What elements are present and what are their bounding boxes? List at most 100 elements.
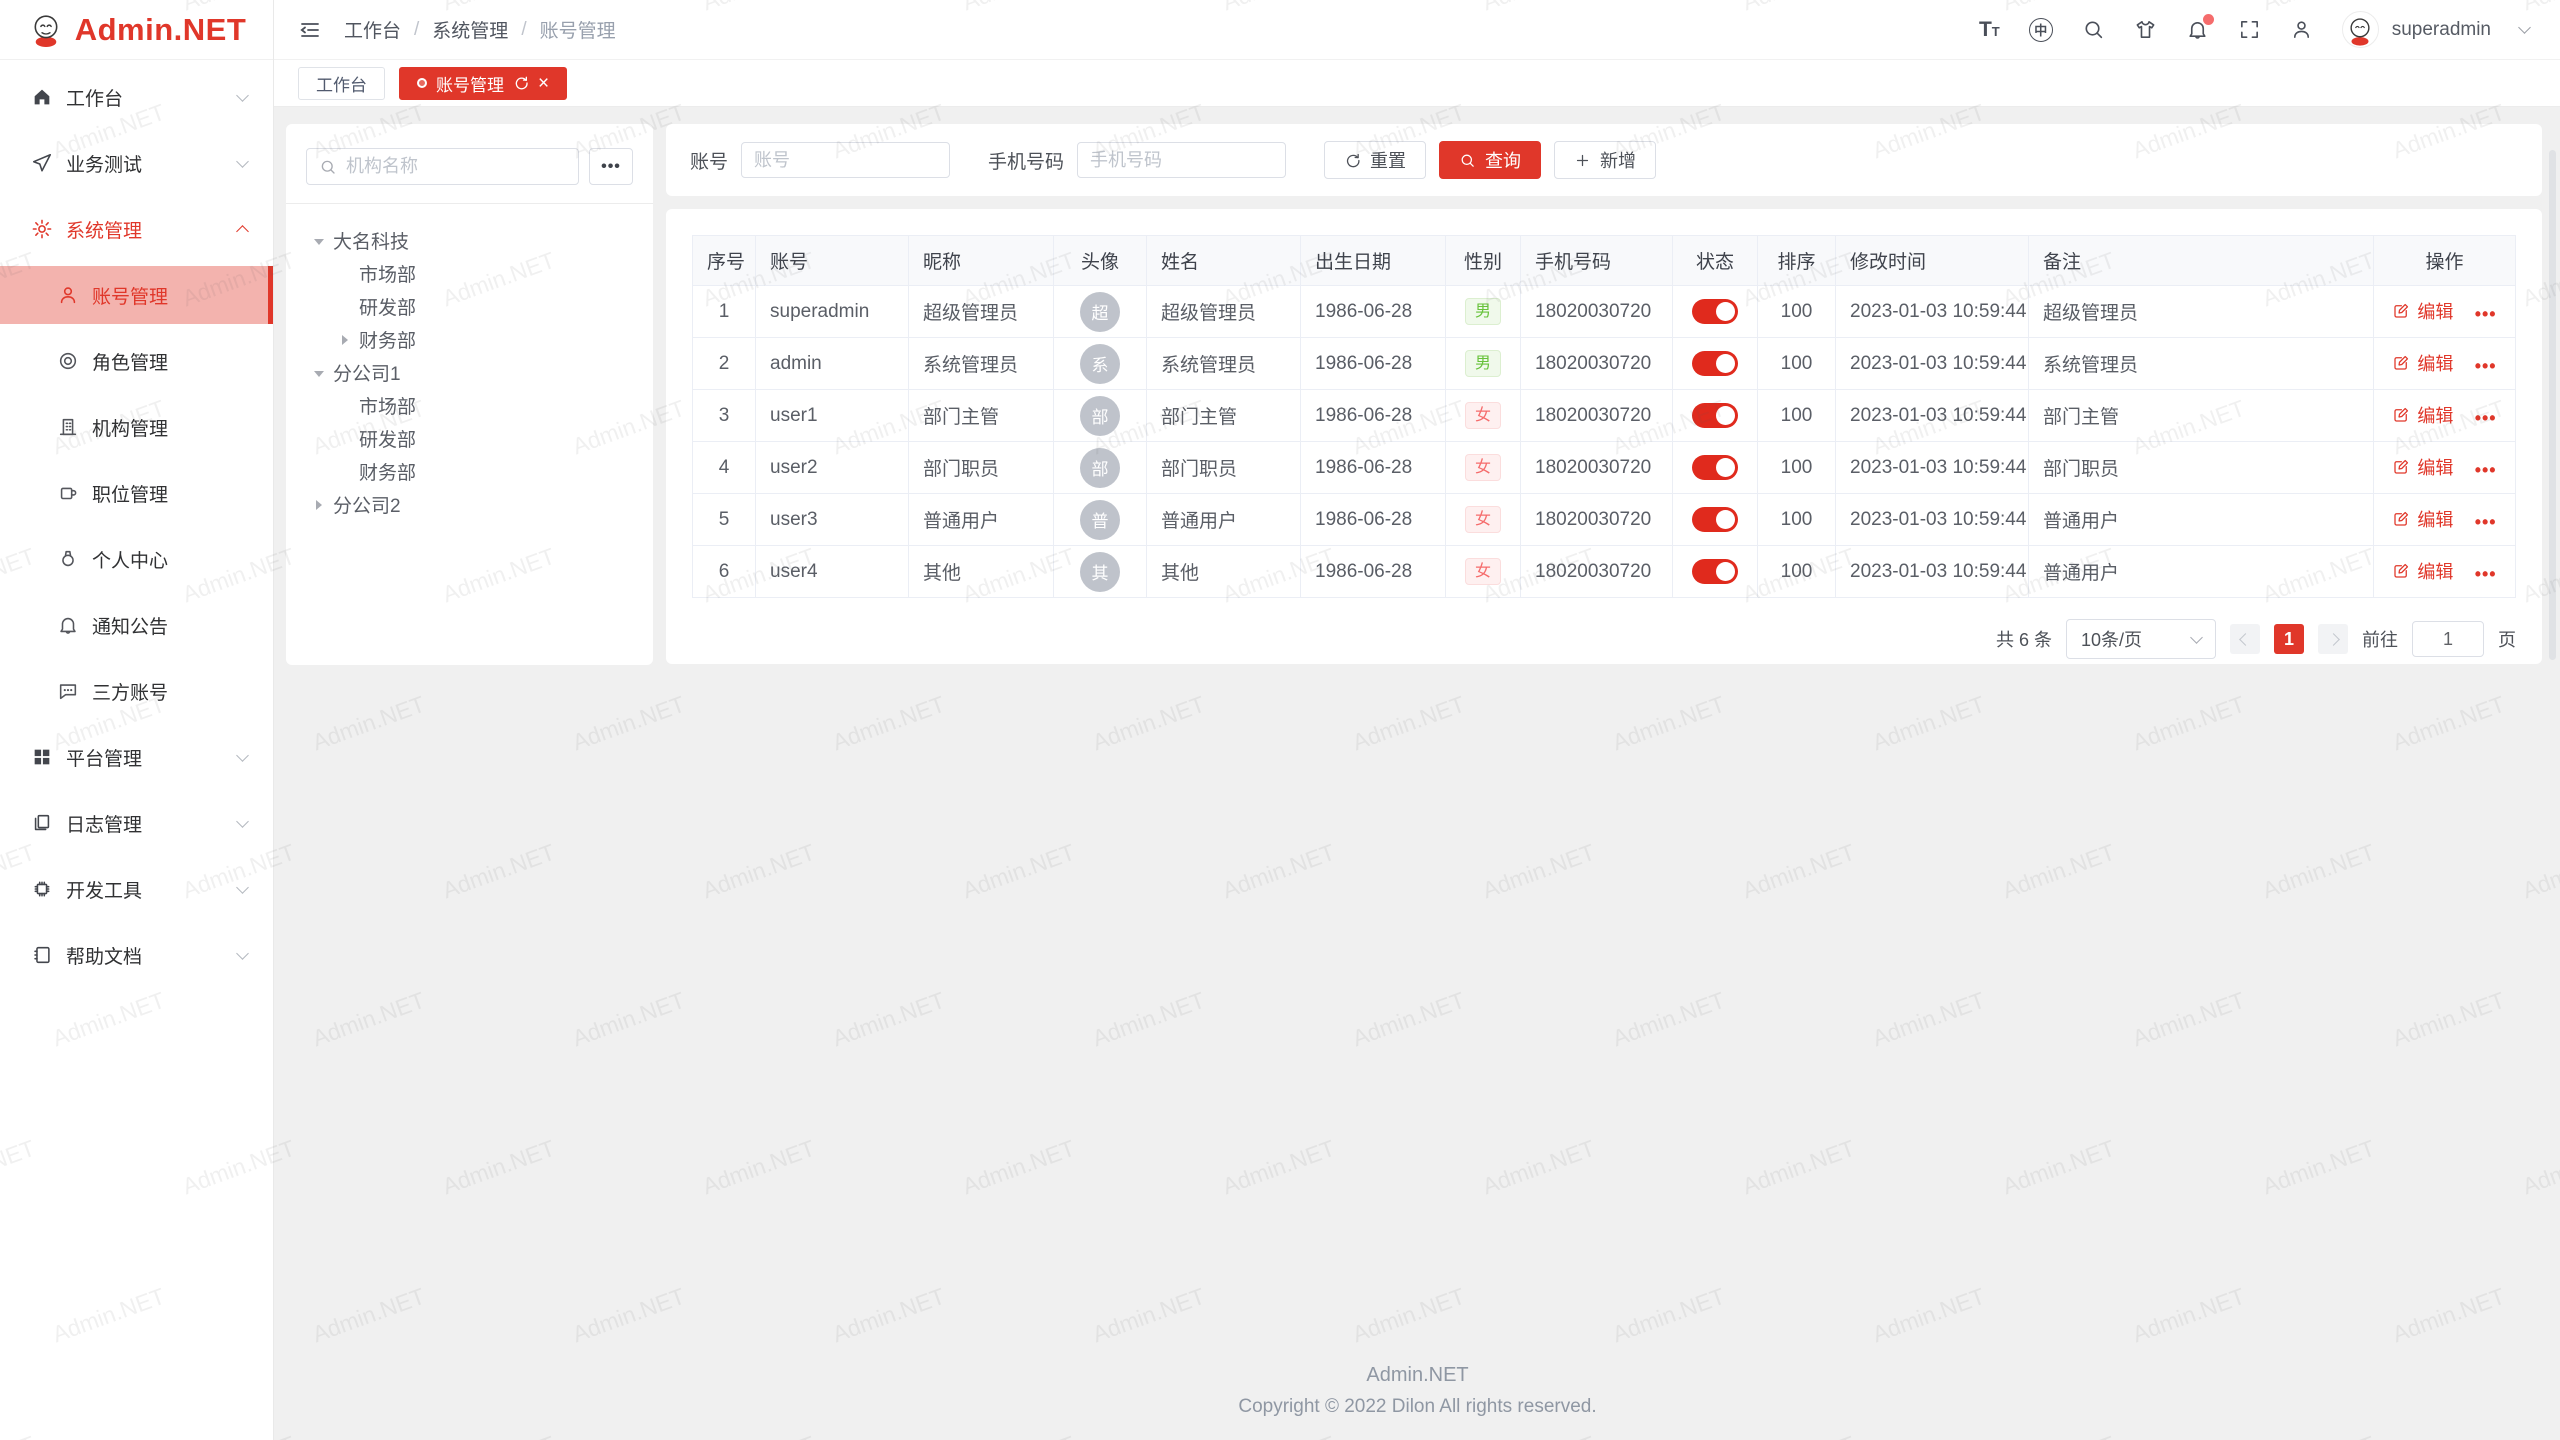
- tree-node-3[interactable]: 财务部: [306, 323, 633, 356]
- status-toggle[interactable]: [1692, 559, 1738, 584]
- sidebar-item-label: 通知公告: [92, 612, 168, 639]
- divider: [286, 203, 653, 204]
- menu-collapse-icon[interactable]: [298, 18, 322, 42]
- phone-filter-field[interactable]: [1077, 142, 1286, 178]
- row-more-button[interactable]: •••: [2475, 304, 2497, 324]
- query-button[interactable]: 查询: [1439, 141, 1541, 179]
- sidebar-item-account-mgmt[interactable]: 账号管理: [0, 266, 273, 324]
- main-area: 工作台 / 系统管理 / 账号管理 TT中 superadmin 工作台: [274, 0, 2560, 1440]
- language-icon[interactable]: 中: [2029, 18, 2053, 42]
- font-size-icon[interactable]: TT: [1979, 19, 2000, 40]
- tree-caret-icon[interactable]: [312, 237, 326, 245]
- user-avatar[interactable]: [2342, 11, 2379, 48]
- row-more-button[interactable]: •••: [2475, 512, 2497, 532]
- org-more-button[interactable]: •••: [589, 148, 633, 185]
- tab-workbench[interactable]: 工作台: [298, 67, 385, 100]
- send-icon: [30, 151, 54, 175]
- sidebar-item-log-mgmt[interactable]: 日志管理: [0, 794, 273, 852]
- cell-actions: 编辑 •••: [2374, 546, 2516, 598]
- search-icon[interactable]: [2082, 18, 2105, 41]
- tree-node-4[interactable]: 分公司1: [306, 356, 633, 389]
- phone-filter-input[interactable]: [1090, 150, 1273, 171]
- tab-close-icon[interactable]: ×: [538, 74, 549, 93]
- tree-node-2[interactable]: 研发部: [306, 290, 633, 323]
- edit-button[interactable]: 编辑: [2392, 506, 2453, 532]
- sidebar-item-help-docs[interactable]: 帮助文档: [0, 926, 273, 984]
- status-toggle[interactable]: [1692, 299, 1738, 324]
- sidebar-item-org-mgmt[interactable]: 机构管理: [0, 398, 273, 456]
- theme-icon[interactable]: [2134, 18, 2157, 41]
- tree-caret-icon[interactable]: [312, 369, 326, 377]
- notification-icon[interactable]: [2186, 18, 2209, 41]
- username[interactable]: superadmin: [2392, 19, 2491, 41]
- edit-button[interactable]: 编辑: [2392, 350, 2453, 376]
- edit-button[interactable]: 编辑: [2392, 454, 2453, 480]
- cell-actions: 编辑 •••: [2374, 338, 2516, 390]
- reset-button[interactable]: 重置: [1324, 141, 1426, 179]
- tree-node-7[interactable]: 财务部: [306, 455, 633, 488]
- cell-nickname: 超级管理员: [909, 286, 1054, 338]
- current-page-button[interactable]: 1: [2274, 624, 2304, 654]
- table-row: 5 user3 普通用户 普 普通用户 1986-06-28 女 1802003…: [693, 494, 2516, 546]
- org-search-input[interactable]: [346, 156, 566, 177]
- row-more-button[interactable]: •••: [2475, 564, 2497, 584]
- tree-node-1[interactable]: 市场部: [306, 257, 633, 290]
- tab-account-mgmt[interactable]: 账号管理 ×: [399, 67, 567, 100]
- tab-label: 工作台: [316, 71, 367, 96]
- edit-button[interactable]: 编辑: [2392, 402, 2453, 428]
- cell-name: 超级管理员: [1147, 286, 1301, 338]
- breadcrumb-item[interactable]: 工作台: [344, 16, 401, 43]
- sidebar-item-label: 业务测试: [66, 150, 142, 177]
- tree-node-8[interactable]: 分公司2: [306, 488, 633, 521]
- prev-page-button[interactable]: [2230, 624, 2260, 654]
- sidebar-item-workbench[interactable]: 工作台: [0, 68, 273, 126]
- row-more-button[interactable]: •••: [2475, 408, 2497, 428]
- add-button[interactable]: 新增: [1554, 141, 1656, 179]
- status-toggle[interactable]: [1692, 351, 1738, 376]
- status-toggle[interactable]: [1692, 455, 1738, 480]
- org-search-field[interactable]: [306, 148, 579, 185]
- sidebar-item-business-test[interactable]: 业务测试: [0, 134, 273, 192]
- tree-node-6[interactable]: 研发部: [306, 422, 633, 455]
- status-toggle[interactable]: [1692, 507, 1738, 532]
- query-label: 查询: [1485, 147, 1521, 173]
- tab-refresh-icon[interactable]: [513, 75, 529, 91]
- cell-sort: 100: [1758, 494, 1836, 546]
- goto-page-input[interactable]: [2412, 621, 2484, 657]
- sidebar-item-system-mgmt[interactable]: 系统管理: [0, 200, 273, 258]
- chip-icon: [30, 877, 54, 901]
- profile-icon[interactable]: [2290, 18, 2313, 41]
- tree-node-5[interactable]: 市场部: [306, 389, 633, 422]
- account-filter-field[interactable]: [741, 142, 950, 178]
- cell-account: user4: [756, 546, 909, 598]
- row-more-button[interactable]: •••: [2475, 460, 2497, 480]
- next-page-button[interactable]: [2318, 624, 2348, 654]
- row-more-button[interactable]: •••: [2475, 356, 2497, 376]
- page-size-select[interactable]: 10条/页: [2066, 619, 2216, 659]
- account-filter-input[interactable]: [754, 150, 937, 171]
- cell-nickname: 部门主管: [909, 390, 1054, 442]
- sidebar-item-dev-tools[interactable]: 开发工具: [0, 860, 273, 918]
- gender-tag: 男: [1465, 298, 1501, 325]
- cell-modified: 2023-01-03 10:59:44: [1836, 546, 2029, 598]
- status-toggle[interactable]: [1692, 403, 1738, 428]
- sidebar-item-platform-mgmt[interactable]: 平台管理: [0, 728, 273, 786]
- logo: Admin.NET: [0, 0, 273, 60]
- user-menu-chevron-icon[interactable]: [2518, 21, 2531, 34]
- edit-button[interactable]: 编辑: [2392, 558, 2453, 584]
- edit-button[interactable]: 编辑: [2392, 298, 2453, 324]
- sidebar-item-notice[interactable]: 通知公告: [0, 596, 273, 654]
- sidebar-item-role-mgmt[interactable]: 角色管理: [0, 332, 273, 390]
- tree-node-0[interactable]: 大名科技: [306, 224, 633, 257]
- sidebar-item-position-mgmt[interactable]: 职位管理: [0, 464, 273, 522]
- cell-modified: 2023-01-03 10:59:44: [1836, 494, 2029, 546]
- fullscreen-icon[interactable]: [2238, 18, 2261, 41]
- scrollbar-thumb[interactable]: [2549, 150, 2556, 660]
- tree-caret-icon[interactable]: [312, 500, 326, 510]
- sidebar-item-third-account[interactable]: 三方账号: [0, 662, 273, 720]
- role-icon: [56, 349, 80, 373]
- tree-caret-icon[interactable]: [338, 335, 352, 345]
- breadcrumb-item[interactable]: 系统管理: [432, 16, 508, 43]
- footer-copyright: Copyright © 2022 Dilon All rights reserv…: [274, 1396, 2560, 1418]
- sidebar-item-profile-center[interactable]: 个人中心: [0, 530, 273, 588]
